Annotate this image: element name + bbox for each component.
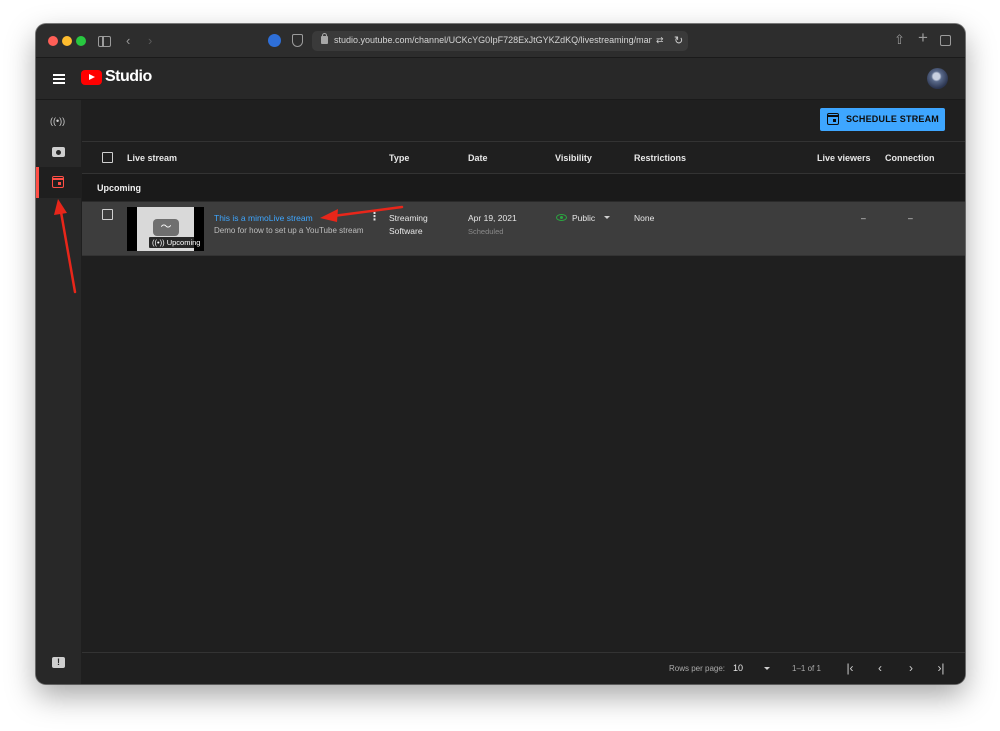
calendar-icon (52, 176, 64, 188)
lock-icon (321, 33, 328, 44)
nav-item-manage[interactable] (36, 167, 82, 198)
next-page-icon[interactable]: › (904, 661, 918, 675)
browser-toolbar: ‹ › studio.youtube.com/channel/UCKcYG0Ip… (36, 24, 965, 58)
schedule-stream-label: SCHEDULE STREAM (845, 114, 939, 124)
section-label: Upcoming (97, 183, 141, 193)
privacy-shield-icon[interactable] (292, 34, 303, 47)
mimolive-logo-icon: 〜 (153, 219, 179, 236)
nav-item-stream[interactable]: ((•)) (36, 106, 82, 137)
main-content: SCHEDULE STREAM Live stream Type Date Vi… (82, 100, 965, 684)
schedule-stream-button[interactable]: SCHEDULE STREAM (819, 108, 945, 131)
forward-icon[interactable]: › (148, 33, 152, 49)
reload-icon[interactable]: ↻ (674, 34, 683, 47)
rows-per-page-select[interactable]: 10 (733, 663, 743, 673)
menu-icon[interactable] (53, 74, 65, 84)
column-restrictions[interactable]: Restrictions (634, 153, 686, 163)
password-extension-icon[interactable] (268, 34, 281, 47)
back-icon[interactable]: ‹ (126, 33, 130, 49)
visibility-eye-icon (556, 214, 567, 221)
pagination-range: 1–1 of 1 (792, 664, 821, 673)
left-nav: ((•)) ! (36, 100, 82, 684)
first-page-icon[interactable]: |‹ (843, 661, 857, 675)
camera-icon (52, 147, 65, 157)
table-header: Live stream Type Date Visibility Restric… (82, 142, 965, 174)
address-bar[interactable]: studio.youtube.com/channel/UCKcYG0IpF728… (312, 31, 688, 51)
last-page-icon[interactable]: ›| (934, 661, 948, 675)
upcoming-badge: ((•)) Upcoming (149, 237, 204, 248)
live-viewers-value: – (861, 213, 866, 223)
restrictions-value: None (634, 213, 655, 223)
feedback-icon[interactable]: ! (52, 657, 65, 668)
visibility-dropdown-icon[interactable] (604, 216, 610, 219)
table-footer: Rows per page: 10 1–1 of 1 |‹ ‹ › ›| (82, 652, 965, 684)
column-visibility[interactable]: Visibility (555, 153, 592, 163)
visibility-value[interactable]: Public (572, 213, 595, 223)
zoom-window-button[interactable] (76, 36, 86, 46)
stream-thumbnail[interactable]: 〜 ((•)) Upcoming (127, 207, 204, 251)
app-title[interactable]: Studio (105, 68, 152, 86)
broadcast-icon: ((•)) (50, 116, 66, 126)
column-type[interactable]: Type (389, 153, 409, 163)
more-options-icon[interactable]: ⋮ (369, 211, 380, 223)
date-status: Scheduled (468, 227, 504, 236)
column-live-viewers[interactable]: Live viewers (817, 153, 871, 163)
close-window-button[interactable] (48, 36, 58, 46)
share-icon[interactable]: ⇧ (894, 32, 905, 48)
column-connection[interactable]: Connection (885, 153, 935, 163)
row-checkbox[interactable] (102, 209, 113, 220)
content-toolbar: SCHEDULE STREAM (82, 100, 965, 142)
table-row[interactable]: 〜 ((•)) Upcoming This is a mimoLive stre… (82, 202, 965, 256)
tab-overview-icon[interactable] (940, 35, 951, 46)
avatar[interactable] (927, 68, 948, 89)
stream-date: Apr 19, 2021 (468, 213, 517, 223)
previous-page-icon[interactable]: ‹ (873, 661, 887, 675)
calendar-icon (826, 113, 839, 125)
nav-item-webcam[interactable] (36, 137, 82, 168)
type-line-1: Streaming (389, 213, 428, 223)
minimize-window-button[interactable] (62, 36, 72, 46)
connection-value: – (908, 213, 913, 223)
rows-per-page-dropdown-icon[interactable] (764, 667, 770, 670)
stream-description: Demo for how to set up a YouTube stream (214, 226, 364, 235)
select-all-checkbox[interactable] (102, 152, 113, 163)
sidebar-toggle-icon[interactable] (98, 36, 111, 47)
youtube-logo-icon[interactable] (81, 70, 102, 85)
column-live-stream[interactable]: Live stream (127, 153, 177, 163)
rows-per-page-label: Rows per page: (669, 664, 726, 673)
section-upcoming: Upcoming (82, 174, 965, 202)
type-line-2: Software (389, 226, 423, 236)
url-text[interactable]: studio.youtube.com/channel/UCKcYG0IpF728… (334, 35, 652, 45)
new-tab-icon[interactable]: + (918, 29, 928, 46)
browser-window: ‹ › studio.youtube.com/channel/UCKcYG0Ip… (36, 24, 965, 684)
column-date[interactable]: Date (468, 153, 488, 163)
translate-icon[interactable]: ⇄ (656, 35, 664, 46)
stream-title-link[interactable]: This is a mimoLive stream (214, 213, 313, 223)
app-header: Studio (36, 58, 965, 100)
